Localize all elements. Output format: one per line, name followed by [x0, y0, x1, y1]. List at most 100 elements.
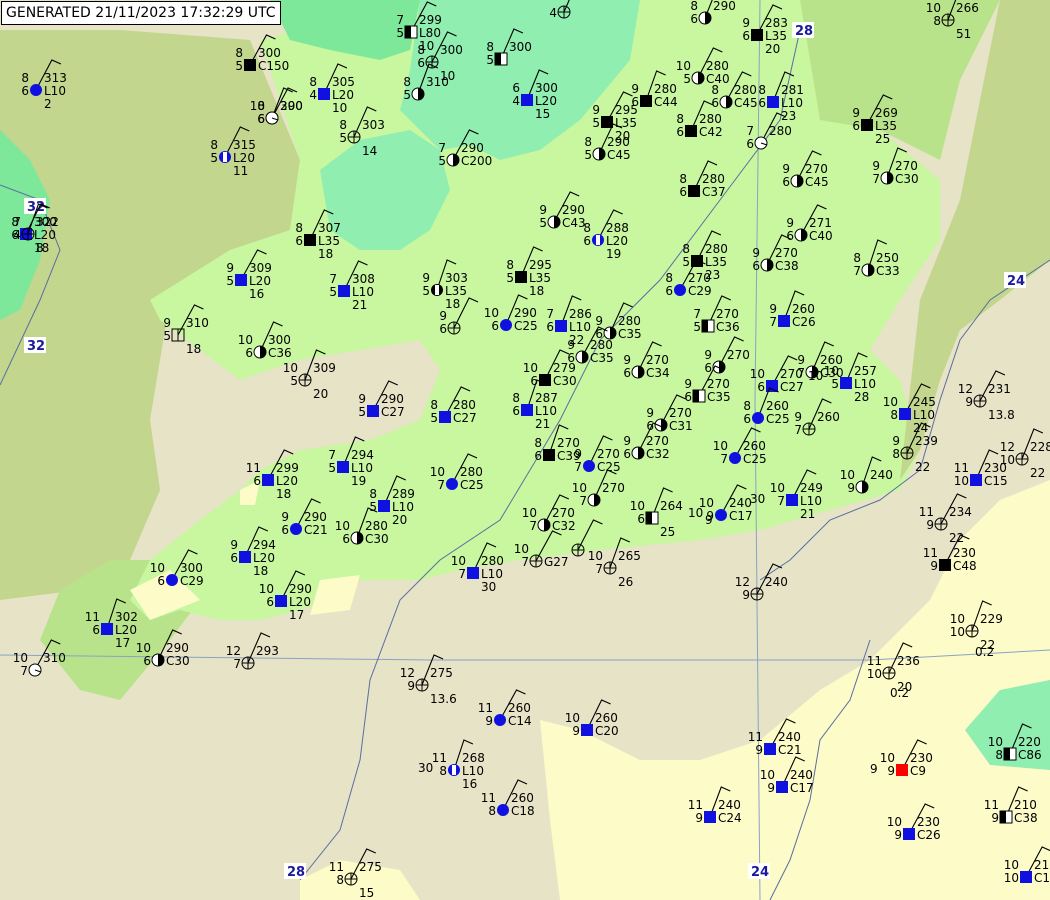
air-temperature-value: 9: [752, 246, 760, 260]
dew-point-value: 10: [867, 667, 882, 681]
dew-point-value: 6: [342, 532, 350, 546]
cloud-cover-circle-icon: [674, 284, 686, 296]
dew-point-value: 7: [797, 366, 805, 380]
air-temperature-value: 10: [1004, 858, 1019, 872]
cloud-base-value: C48: [953, 559, 977, 573]
grid-label-32-left: 32: [27, 339, 45, 354]
cloud-base-value: C45: [734, 96, 758, 110]
cloud-cover-bar: [452, 765, 456, 775]
cloud-cover-square-icon: [704, 811, 716, 823]
air-temperature-value: 8: [430, 398, 438, 412]
pressure-value: 270: [895, 159, 918, 173]
cloud-base-value: L10: [854, 377, 876, 391]
cloud-base-value: C25: [597, 460, 621, 474]
cloud-base-value: L10: [481, 567, 503, 581]
air-temperature-value: 9: [592, 103, 600, 117]
air-temperature-value: 8: [506, 258, 514, 272]
dew-point-value: 9: [991, 811, 999, 825]
air-temperature-value: 9: [872, 159, 880, 173]
dew-point-value: 6: [786, 229, 794, 243]
air-temperature-value: 10: [770, 481, 785, 495]
grid-label-28-top: 28: [795, 24, 813, 39]
dew-point-value: 9: [894, 828, 902, 842]
air-temperature-value: 7: [438, 141, 446, 155]
cloud-cover-square-icon: [318, 88, 330, 100]
dew-point-value: 9: [847, 481, 855, 495]
pressure-value: 270: [669, 406, 692, 420]
pressure-value: 280: [618, 314, 641, 328]
cloud-cover-fill: [1000, 811, 1006, 823]
dew-point-value: 5: [329, 285, 337, 299]
dew-point-value: 7: [853, 264, 861, 278]
cloud-cover-circle-icon: [30, 84, 42, 96]
cloud-base-value: C37: [702, 185, 726, 199]
cloud-base-value: C44: [654, 95, 678, 109]
air-temperature-value: 10: [887, 815, 902, 829]
visibility-value: 15: [359, 886, 374, 900]
air-temperature-value: 10: [136, 641, 151, 655]
cloud-cover-square-icon: [555, 320, 567, 332]
visibility-value: 16: [462, 777, 477, 791]
dew-point-value: 5: [163, 329, 171, 343]
cloud-base-value: L10: [535, 404, 557, 418]
visibility-value: 21: [352, 298, 367, 312]
pressure-value: 270: [707, 377, 730, 391]
cloud-cover-square-icon: [861, 119, 873, 131]
cloud-cover-square-icon: [970, 474, 982, 486]
pressure-value: 280: [654, 82, 677, 96]
dew-point-value: 5: [328, 461, 336, 475]
visibility-value: 30: [481, 580, 496, 594]
pressure-value: 307: [318, 221, 341, 235]
pressure-value: 275: [359, 860, 382, 874]
dew-point-value: 6: [230, 551, 238, 565]
pressure-value: 295: [529, 258, 552, 272]
cloud-base-value: L10: [392, 500, 414, 514]
air-temperature-value: 8: [486, 40, 494, 54]
dew-point-value: 6: [417, 56, 425, 70]
cloud-base-value: C29: [688, 284, 712, 298]
pressure-value: 290: [381, 392, 404, 406]
station-annotation: 9: [705, 513, 713, 527]
cloud-cover-square-icon: [235, 274, 247, 286]
dew-point-value: 6: [743, 412, 751, 426]
cloud-cover-square-icon: [766, 380, 778, 392]
dew-point-value: 6: [21, 84, 29, 98]
visibility-value: 18: [318, 247, 333, 261]
visibility-value: 18: [253, 564, 268, 578]
air-temperature-value: 9: [769, 302, 777, 316]
cloud-base-value: C36: [716, 320, 740, 334]
air-temperature-value: 7: [396, 13, 404, 27]
pressure-value: 240: [765, 575, 788, 589]
pressure-value: 230: [910, 751, 933, 765]
visibility-value: 25: [660, 525, 675, 539]
air-temperature-value: 8: [679, 172, 687, 186]
cloud-cover-square-icon: [1020, 871, 1032, 883]
dew-point-value: 5: [592, 116, 600, 130]
cloud-cover-circle-icon: [166, 574, 178, 586]
air-temperature-value: 7: [328, 448, 336, 462]
visibility-value: 2: [44, 97, 52, 111]
cloud-cover-square-icon: [539, 374, 551, 386]
air-temperature-value: 8: [339, 118, 347, 132]
air-temperature-value: 9: [623, 434, 631, 448]
pressure-value: 228: [1030, 440, 1050, 454]
air-temperature-value: 10: [988, 735, 1003, 749]
air-temperature-value: 9: [704, 348, 712, 362]
dew-point-value: 5: [682, 255, 690, 269]
pressure-value: 299: [276, 461, 299, 475]
cloud-base-value: L80: [419, 26, 441, 40]
dew-point-value: 6: [665, 284, 673, 298]
dew-point-value: 5: [290, 374, 298, 388]
dew-point-value: 8: [995, 748, 1003, 762]
visibility-value: 8: [36, 241, 44, 255]
visibility-value: 10: [440, 69, 455, 83]
cloud-cover-circle-icon: [729, 452, 741, 464]
dew-point-value: 9: [926, 518, 934, 532]
pressure-value: 239: [915, 434, 938, 448]
grid-label-28-bottom: 28: [287, 865, 305, 880]
dew-point-value: 7: [872, 172, 880, 186]
dew-point-value: 4: [13, 228, 21, 242]
dew-point-value: 10: [950, 625, 965, 639]
cloud-cover-square-icon: [899, 408, 911, 420]
air-temperature-value: 7: [546, 307, 554, 321]
